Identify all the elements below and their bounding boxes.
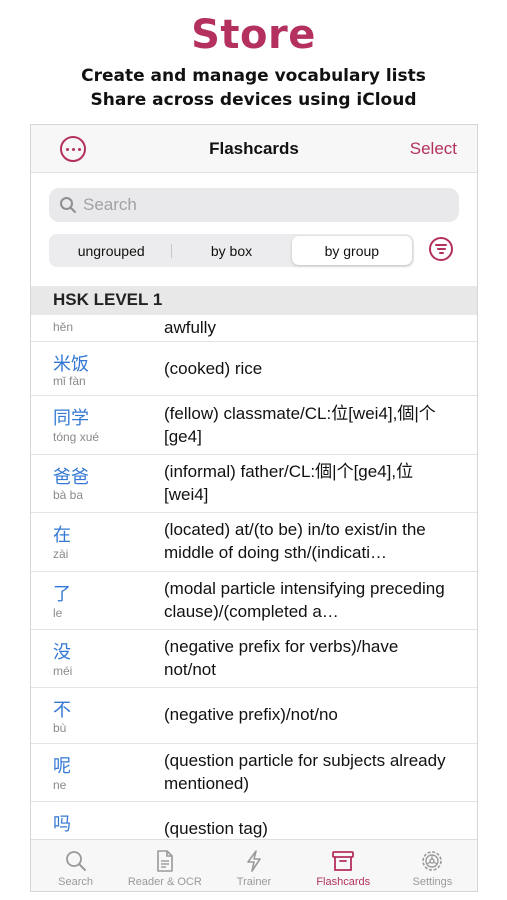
list-item[interactable]: 不 bù (negative prefix)/not/no — [31, 688, 477, 744]
list-item[interactable]: hěn awfully — [31, 315, 477, 342]
tab-label: Settings — [412, 876, 453, 888]
search-input[interactable] — [83, 188, 443, 222]
pinyin: ne — [53, 778, 67, 792]
hanzi: 不 — [53, 700, 71, 720]
segment-ungrouped[interactable]: ungrouped — [51, 236, 171, 265]
tab-label: Trainer — [236, 876, 272, 888]
list-item[interactable]: 爸爸 bà ba (informal) father/CL:個|个[ge4],位… — [31, 455, 477, 513]
pinyin: hěn — [53, 320, 74, 334]
definition: awfully — [164, 318, 216, 337]
grouping-segmented-control: ungrouped by box by group — [49, 234, 414, 267]
tab-trainer[interactable]: Trainer — [209, 840, 298, 891]
tab-bar: Search Reader & OCR Trainer Flashcards S… — [31, 839, 477, 891]
pinyin: zài — [53, 547, 69, 561]
list-item[interactable]: 了 le (modal particle intensifying preced… — [31, 572, 477, 630]
definition: (informal) father/CL:個|个[ge4],位[wei4] — [164, 462, 414, 504]
tab-label: Flashcards — [316, 876, 371, 888]
magnifier-icon — [65, 851, 86, 871]
pinyin: bà ba — [53, 488, 84, 502]
filter-icon[interactable] — [429, 237, 453, 261]
definition: (negative prefix for verbs)/have not/not — [164, 637, 399, 679]
tab-label: Reader & OCR — [127, 876, 202, 888]
archive-box-icon — [332, 851, 355, 871]
lightning-icon — [247, 850, 261, 872]
select-button[interactable]: Select — [410, 139, 457, 159]
search-bar[interactable] — [49, 188, 459, 222]
hanzi: 呢 — [53, 756, 71, 776]
promo-title: Store — [191, 12, 316, 58]
hanzi: 了 — [53, 584, 71, 604]
hanzi: 吗 — [53, 814, 71, 834]
pinyin: mǐ fàn — [53, 374, 86, 388]
document-icon — [156, 850, 173, 872]
list-item[interactable]: 没 méi (negative prefix for verbs)/have n… — [31, 630, 477, 688]
hanzi: 同学 — [53, 408, 89, 428]
definition: (question tag) — [164, 819, 268, 838]
pinyin: tóng xué — [53, 430, 100, 444]
tab-label: Search — [58, 876, 94, 888]
list-item[interactable]: 吗 (question tag) — [31, 802, 477, 839]
definition: (modal particle intensifying preceding c… — [164, 579, 445, 621]
search-icon — [60, 197, 76, 213]
tab-reader-ocr[interactable]: Reader & OCR — [120, 840, 209, 891]
section-header: HSK LEVEL 1 — [31, 286, 477, 315]
tab-flashcards[interactable]: Flashcards — [299, 840, 388, 891]
list-item[interactable]: 同学 tóng xué (fellow) classmate/CL:位[wei4… — [31, 396, 477, 455]
list-item[interactable]: 米饭 mǐ fàn (cooked) rice — [31, 342, 477, 396]
pinyin: bù — [53, 721, 67, 735]
app-screen: Flashcards Select ungrouped by box by gr… — [30, 124, 478, 892]
tab-settings[interactable]: Settings — [388, 840, 477, 891]
hanzi: 没 — [53, 642, 71, 662]
hanzi: 爸爸 — [53, 467, 89, 487]
pinyin: le — [53, 606, 63, 620]
promo-subtitle-line-2: Share across devices using iCloud — [90, 90, 417, 110]
tab-search[interactable]: Search — [31, 840, 120, 891]
gear-icon — [422, 851, 443, 871]
list-item[interactable]: 在 zài (located) at/(to be) in/to exist/i… — [31, 513, 477, 572]
definition: (located) at/(to be) in/to exist/in the … — [164, 520, 426, 562]
flashcard-list: hěn awfully 米饭 mǐ fàn (cooked) rice 同学 t… — [31, 315, 477, 839]
definition: (negative prefix)/not/no — [164, 705, 338, 724]
definition: (cooked) rice — [164, 359, 263, 378]
definition: (question particle for subjects already … — [164, 751, 446, 793]
hanzi: 在 — [53, 525, 71, 545]
promo-subtitle-line-1: Create and manage vocabulary lists — [81, 66, 426, 86]
list-item[interactable]: 呢 ne (question particle for subjects alr… — [31, 744, 477, 802]
pinyin: méi — [53, 664, 73, 678]
segment-by-group[interactable]: by group — [291, 236, 412, 265]
definition: (fellow) classmate/CL:位[wei4],個|个[ge4] — [164, 404, 436, 446]
segment-by-box[interactable]: by box — [171, 236, 291, 265]
hanzi: 米饭 — [53, 354, 89, 374]
navigation-bar: Flashcards Select — [31, 125, 477, 173]
